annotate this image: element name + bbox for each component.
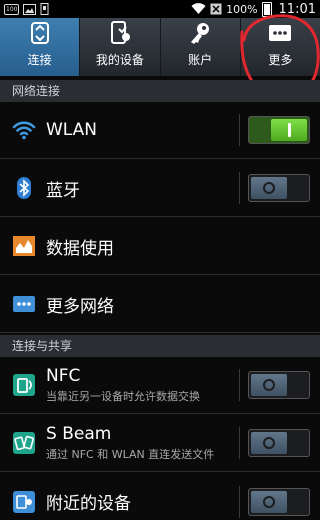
row-wlan[interactable]: WLAN [0,102,320,159]
tab-label: 账户 [188,53,213,67]
tab-label: 连接 [27,53,52,67]
bluetooth-icon [17,177,31,199]
wifi-signal-icon [191,3,206,14]
settings-tab-bar: 连接 我的设备 账户 更多 [0,18,320,78]
section-header-network: 网络连接 [0,80,320,102]
row-title: S Beam [46,424,112,444]
bluetooth-toggle[interactable] [248,174,310,202]
battery-percent: 100% [226,2,258,16]
data-usage-icon [13,236,35,256]
notification-100-icon: 100 [4,3,20,15]
nearby-devices-icon [13,490,35,513]
accounts-icon [191,23,210,44]
row-data-usage[interactable]: 数据使用 [0,218,320,275]
row-title: 更多网络 [46,296,114,317]
tab-label: 更多 [268,53,293,67]
tab-accounts[interactable]: 账户 [161,18,241,76]
battery-icon [261,1,272,17]
row-title: 蓝牙 [46,180,80,201]
tab-label: 我的设备 [95,53,144,67]
status-bar: 100 100% 11:01 [0,0,320,18]
s-beam-icon [13,432,35,454]
usb-notification-icon [40,3,49,15]
connections-icon [30,22,49,44]
row-bluetooth[interactable]: 蓝牙 [0,160,320,217]
s-beam-toggle[interactable] [248,429,310,457]
divider [239,369,240,401]
divider [239,485,240,518]
more-icon [269,25,292,41]
tab-my-device[interactable]: 我的设备 [80,18,161,76]
more-networks-icon [13,296,35,312]
nfc-toggle[interactable] [248,371,310,399]
wlan-toggle[interactable] [248,116,310,144]
sim-status-icon [210,3,222,15]
clock: 11:01 [278,1,316,17]
divider [239,427,240,459]
row-nfc[interactable]: NFC 当靠近另一设备时允许数据交换 [0,357,320,414]
row-subtitle: 当靠近另一设备时允许数据交换 [46,390,200,403]
image-notification-icon [23,3,37,15]
my-device-icon [110,21,130,44]
row-more-networks[interactable]: 更多网络 [0,276,320,333]
section-header-share: 连接与共享 [0,335,320,357]
tab-connections[interactable]: 连接 [0,18,81,76]
tab-more[interactable]: 更多 [241,18,320,76]
divider [239,114,240,146]
row-title: 数据使用 [46,238,114,259]
row-subtitle: 通过 NFC 和 WLAN 直连发送文件 [46,448,215,461]
divider [239,172,240,204]
row-nearby-devices[interactable]: 附近的设备 [0,473,320,520]
nearby-devices-toggle[interactable] [248,487,310,516]
nfc-icon [13,374,35,396]
row-s-beam[interactable]: S Beam 通过 NFC 和 WLAN 直连发送文件 [0,415,320,472]
row-title: 附近的设备 [46,494,131,514]
wifi-icon [12,121,36,140]
row-title: NFC [46,366,81,386]
row-title: WLAN [46,120,98,140]
